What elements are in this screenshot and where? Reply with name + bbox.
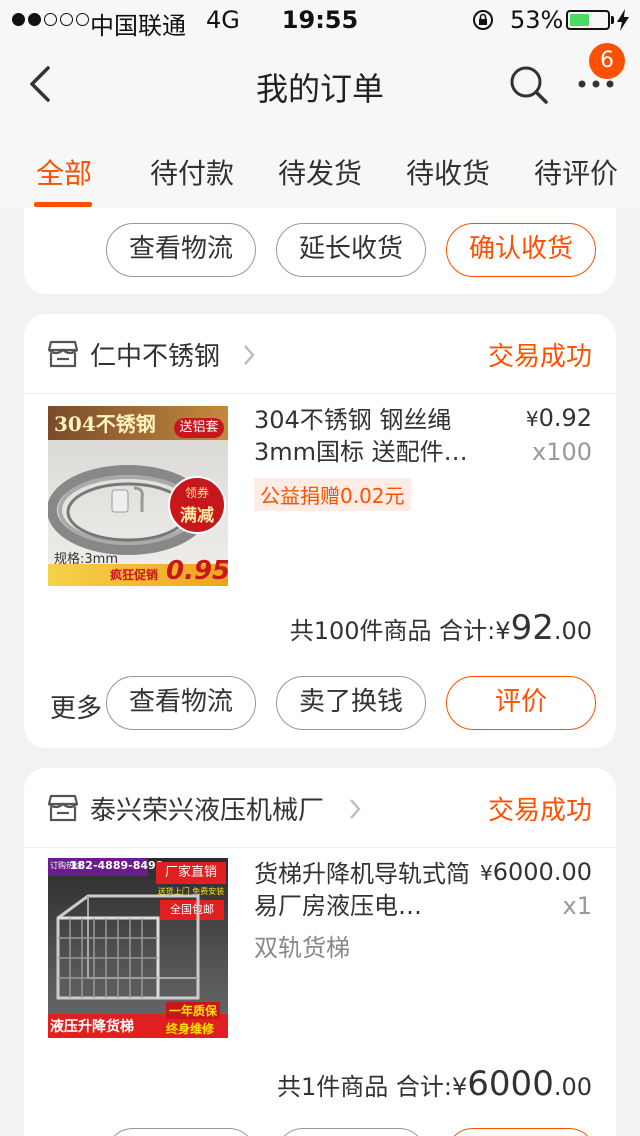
shop-name: 泰兴荣兴液压机械厂 — [90, 796, 325, 826]
tab-pending-shipment[interactable]: 待发货 — [278, 152, 362, 192]
chevron-right-icon — [244, 345, 255, 365]
tab-pending-receipt[interactable]: 待收货 — [406, 152, 490, 192]
resell-button[interactable]: 卖了换钱 — [276, 676, 426, 730]
unit-price: ¥6000.00 — [480, 858, 592, 886]
shop-header[interactable]: 泰兴荣兴液压机械厂 交易成功 — [24, 768, 616, 848]
product-thumbnail[interactable]: 304不锈钢 送铝套 领券 满减 规格:3mm 疯狂促销 0.95 — [48, 406, 228, 586]
shop-icon — [48, 340, 78, 368]
quantity: x1 — [562, 892, 592, 920]
chevron-right-icon — [350, 799, 361, 819]
tab-pending-payment[interactable]: 待付款 — [150, 152, 234, 192]
product-variant: 双轨货梯 — [254, 934, 350, 962]
shop-icon — [48, 794, 78, 822]
order-status: 交易成功 — [487, 796, 592, 826]
review-button[interactable]: 评价 — [446, 676, 596, 730]
rotation-lock-icon — [473, 10, 493, 30]
unit-price: ¥0.92 — [525, 404, 592, 432]
shop-name: 仁中不锈钢 — [90, 342, 221, 372]
donation-tag: 公益捐赠0.02元 — [254, 478, 411, 511]
extend-receipt-button[interactable]: 延长收货 — [276, 223, 426, 277]
action-button[interactable] — [106, 1128, 256, 1136]
order-card: 查看物流 延长收货 确认收货 — [24, 208, 616, 294]
product-title[interactable]: 304不锈钢 钢丝绳 3mm国标 送配件… — [254, 404, 484, 468]
battery-percent: 53% — [510, 6, 564, 34]
view-logistics-button[interactable]: 查看物流 — [106, 223, 256, 277]
action-button[interactable] — [276, 1128, 426, 1136]
order-total: 共100件商品 合计:¥92.00 — [289, 608, 592, 648]
tab-pending-review[interactable]: 待评价 — [534, 152, 618, 192]
action-button[interactable] — [446, 1128, 596, 1136]
confirm-receipt-button[interactable]: 确认收货 — [446, 223, 596, 277]
active-tab-indicator — [34, 202, 92, 207]
tab-all[interactable]: 全部 — [36, 152, 92, 192]
order-tabs: 全部 待付款 待发货 待收货 待评价 — [0, 130, 640, 208]
product-title[interactable]: 货梯升降机导轨式简易厂房液压电… — [254, 858, 484, 922]
view-logistics-button[interactable]: 查看物流 — [106, 676, 256, 730]
charging-bolt-icon — [617, 9, 629, 31]
shop-header[interactable]: 仁中不锈钢 交易成功 — [24, 314, 616, 394]
more-actions-link[interactable]: 更多 — [50, 688, 102, 725]
status-bar: 中国联通 4G 19:55 53% — [0, 0, 640, 40]
cargo-lift-image — [56, 894, 200, 1000]
quantity: x100 — [531, 438, 592, 466]
order-card: 泰兴荣兴液压机械厂 交易成功 订购热线 182-4889-8490 厂家直销 送… — [24, 768, 616, 1136]
search-icon[interactable] — [506, 62, 550, 106]
message-count-badge: 6 — [589, 43, 625, 79]
order-card: 仁中不锈钢 交易成功 304不锈钢 送铝套 领券 满减 规格:3mm 疯狂促销 … — [24, 314, 616, 748]
order-status: 交易成功 — [487, 342, 592, 372]
order-total: 共1件商品 合计:¥6000.00 — [277, 1064, 592, 1104]
nav-bar: 我的订单 — [0, 40, 640, 130]
battery-icon — [566, 10, 610, 30]
thumb-banner: 304不锈钢 — [54, 412, 156, 436]
product-thumbnail[interactable]: 订购热线 182-4889-8490 厂家直销 送货上门 免费安装 全国包邮 液… — [48, 858, 228, 1038]
